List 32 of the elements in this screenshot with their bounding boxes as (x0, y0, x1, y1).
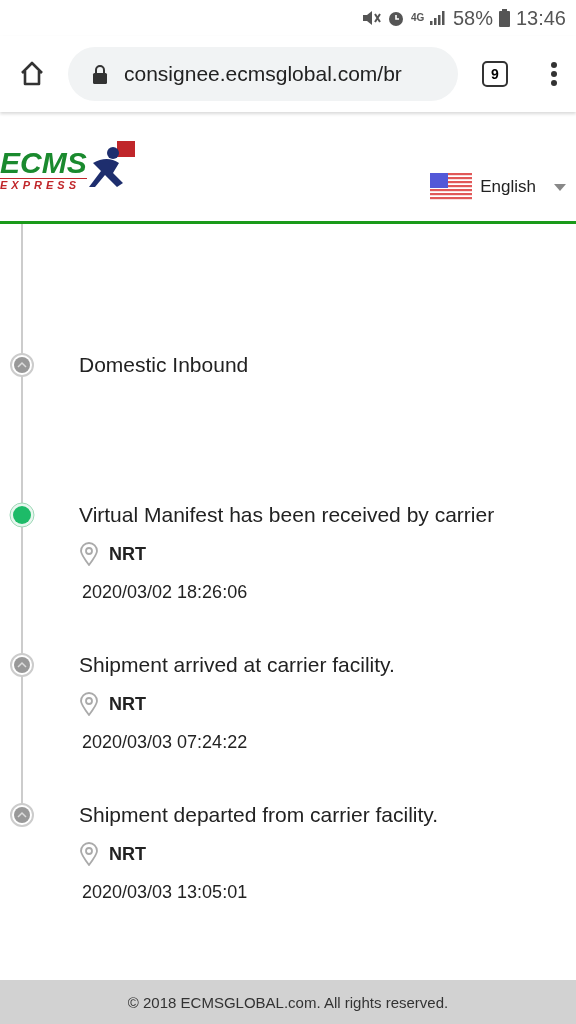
stage-title: Domestic Inbound (79, 352, 249, 378)
logo-name: ECMS (0, 148, 87, 178)
footer: © 2018 ECMSGLOBAL.com. All rights reserved. (0, 980, 576, 1024)
menu-icon[interactable] (550, 61, 558, 87)
logo-tagline: EXPRESS (0, 178, 87, 191)
language-selector[interactable]: English (430, 173, 566, 201)
event-time: 2020/03/03 07:24:22 (82, 732, 249, 753)
location-pin-icon (79, 692, 99, 716)
battery-percent: 58% (452, 6, 493, 30)
location-code: NRT (109, 843, 146, 865)
flag-icon (430, 173, 473, 201)
event-time: 2020/03/03 13:05:01 (82, 882, 249, 903)
caret-icon (554, 183, 566, 191)
network-label: 4G (410, 13, 423, 23)
event-time: 2020/03/02 18:26:06 (82, 582, 249, 603)
logo[interactable]: ECMS EXPRESS (0, 139, 143, 191)
mute-icon (360, 9, 381, 27)
event-title: Shipment arrived at carrier facility. (79, 652, 395, 678)
battery-icon (498, 9, 510, 27)
location-code: NRT (109, 693, 146, 715)
location-code: NRT (109, 543, 146, 565)
clock: 13:46 (515, 6, 566, 30)
location-pin-icon (79, 542, 99, 566)
signal-icon (428, 10, 447, 26)
address-bar[interactable]: consignee.ecmsglobal.com/br (68, 47, 458, 101)
alarm-icon (386, 9, 405, 27)
tab-count-button[interactable]: 9 (482, 61, 508, 87)
url-text: consignee.ecmsglobal.com/br (124, 62, 402, 86)
event-title: Virtual Manifest has been received by carrier (79, 502, 495, 528)
lock-icon (92, 64, 108, 84)
location-pin-icon (79, 842, 99, 866)
event-title: Shipment departed from carrier facility. (79, 802, 439, 828)
